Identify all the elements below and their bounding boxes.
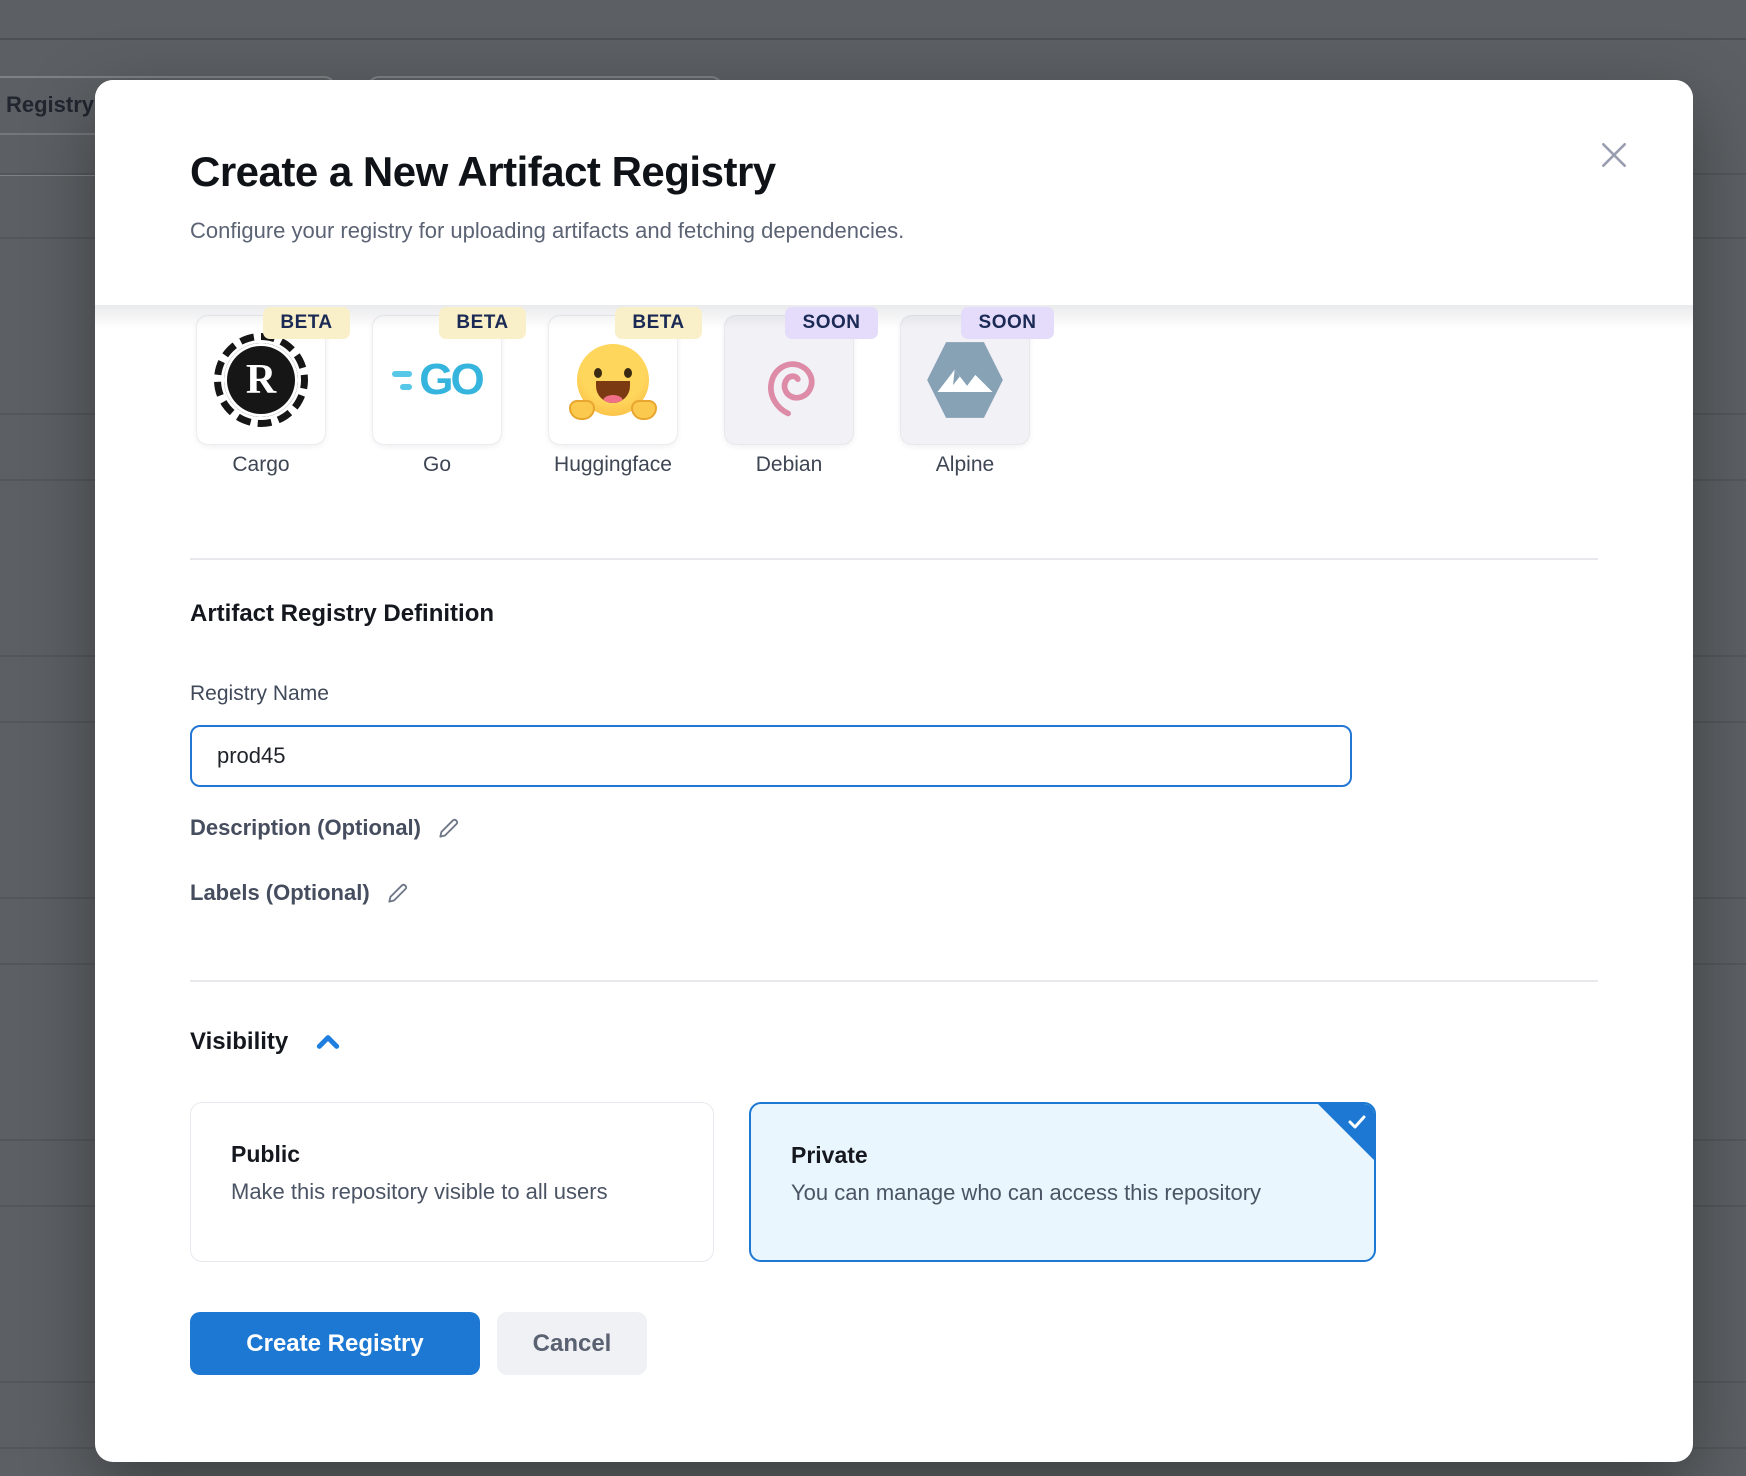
create-registry-modal: R GO xyxy=(95,80,1693,1462)
debian-swirl-icon xyxy=(745,332,833,428)
go-logo-icon: GO xyxy=(392,355,481,405)
private-option-description: You can manage who can access this repos… xyxy=(791,1180,1261,1206)
registry-type-label-alpine: Alpine xyxy=(877,453,1053,477)
pencil-icon xyxy=(436,815,462,841)
section-divider xyxy=(190,558,1598,560)
rust-logo-icon: R xyxy=(214,333,308,427)
registry-type-label-cargo: Cargo xyxy=(173,453,349,477)
beta-badge: BETA xyxy=(263,307,350,339)
registry-name-input[interactable] xyxy=(190,725,1352,787)
private-option-title: Private xyxy=(791,1142,868,1169)
soon-badge: SOON xyxy=(785,307,878,339)
registry-type-label-go: Go xyxy=(349,453,525,477)
beta-badge: BETA xyxy=(615,307,702,339)
beta-badge: BETA xyxy=(439,307,526,339)
labels-optional-label: Labels (Optional) xyxy=(190,880,370,906)
modal-title: Create a New Artifact Registry xyxy=(190,148,776,196)
visibility-option-public[interactable]: Public Make this repository visible to a… xyxy=(190,1102,714,1262)
registry-name-label: Registry Name xyxy=(190,682,329,706)
registry-type-label-debian: Debian xyxy=(701,453,877,477)
section-divider xyxy=(190,980,1598,982)
soon-badge: SOON xyxy=(961,307,1054,339)
public-option-title: Public xyxy=(231,1141,300,1168)
huggingface-face-icon xyxy=(577,344,649,416)
create-registry-button[interactable]: Create Registry xyxy=(190,1312,480,1375)
selected-corner-badge xyxy=(1317,1103,1375,1161)
registry-type-label-huggingface: Huggingface xyxy=(525,453,701,477)
public-option-description: Make this repository visible to all user… xyxy=(231,1179,608,1205)
visibility-option-private[interactable]: Private You can manage who can access th… xyxy=(749,1102,1376,1262)
modal-subtitle: Configure your registry for uploading ar… xyxy=(190,218,904,244)
close-icon xyxy=(1599,140,1629,170)
close-modal-button[interactable] xyxy=(1597,138,1631,172)
definition-section-heading: Artifact Registry Definition xyxy=(190,600,494,628)
cancel-button[interactable]: Cancel xyxy=(497,1312,647,1375)
backdrop-registry-column-header: Registry xyxy=(6,92,94,118)
edit-description-button[interactable] xyxy=(436,815,462,841)
edit-labels-button[interactable] xyxy=(385,880,411,906)
backdrop-topbar-divider xyxy=(0,38,1746,40)
chevron-up-icon xyxy=(315,1032,341,1052)
description-optional-label: Description (Optional) xyxy=(190,815,421,841)
modal-header: Create a New Artifact Registry Configure… xyxy=(95,80,1693,305)
check-icon xyxy=(1345,1110,1369,1134)
visibility-section-heading: Visibility xyxy=(190,1028,288,1056)
collapse-visibility-button[interactable] xyxy=(314,1030,342,1054)
alpine-hexagon-icon xyxy=(922,335,1008,425)
pencil-icon xyxy=(385,880,411,906)
